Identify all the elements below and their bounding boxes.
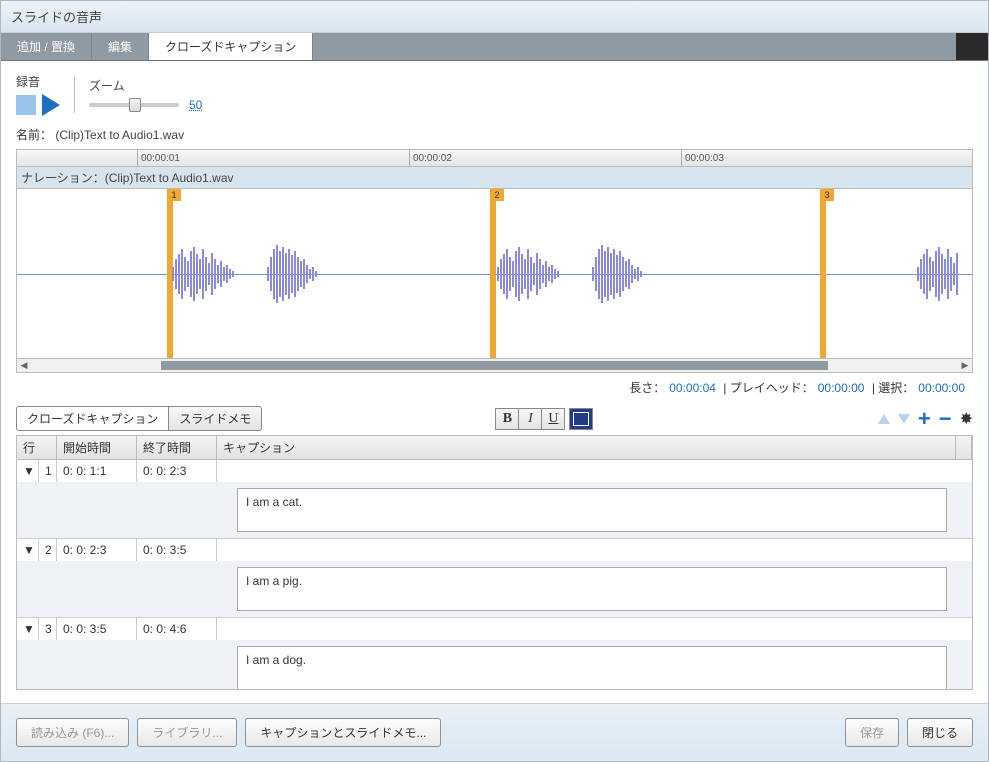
name-label: 名前：: [16, 128, 52, 142]
length-value: 00:00:04: [669, 381, 716, 395]
header-scroll-spacer: [956, 436, 972, 459]
ruler-tick-2: 00:00:02: [409, 150, 452, 166]
main-tabs: 追加 / 置換 編集 クローズドキャプション: [1, 33, 988, 61]
marker-flag-2: 2: [490, 189, 504, 201]
caption-marker-3[interactable]: 3: [820, 189, 826, 358]
bold-button[interactable]: B: [495, 408, 519, 430]
table-row: ▼ 1 0: 0: 1:1 0: 0: 2:3 I am a cat.: [17, 460, 972, 539]
tab-add-replace[interactable]: 追加 / 置換: [1, 33, 92, 60]
move-up-icon[interactable]: [878, 414, 890, 424]
play-button[interactable]: [42, 94, 60, 116]
waveform-segment-2: [497, 239, 667, 309]
scroll-left-icon[interactable]: ◀: [17, 360, 31, 372]
controls-row: 録音 ズーム 50: [16, 73, 973, 116]
timeline-status: 長さ：00:00:04 | プレイヘッド：00:00:00 | 選択：00:00…: [16, 373, 973, 406]
start-time-cell[interactable]: 0: 0: 1:1: [57, 460, 137, 482]
header-caption[interactable]: キャプション: [217, 436, 956, 459]
marker-flag-3: 3: [820, 189, 834, 201]
recording-label: 録音: [16, 73, 60, 90]
recording-group: 録音: [16, 73, 60, 116]
subtab-slide-memo[interactable]: スライドメモ: [169, 406, 262, 431]
save-button[interactable]: 保存: [845, 718, 899, 747]
import-button[interactable]: 読み込み (F6)...: [16, 718, 129, 747]
scroll-right-icon[interactable]: ▶: [958, 360, 972, 372]
zoom-value[interactable]: 50: [189, 98, 202, 112]
end-time-cell[interactable]: 0: 0: 3:5: [137, 539, 217, 561]
expand-toggle[interactable]: ▼: [17, 618, 39, 640]
selection-label: 選択：: [878, 381, 914, 395]
zoom-slider[interactable]: [89, 103, 179, 107]
ruler-tick-3: 00:00:03: [681, 150, 724, 166]
caption-toolbar: クローズドキャプション スライドメモ B I U + − ✸: [16, 406, 973, 431]
scroll-thumb[interactable]: [161, 361, 828, 370]
start-time-cell[interactable]: 0: 0: 3:5: [57, 618, 137, 640]
italic-button[interactable]: I: [518, 408, 542, 430]
add-caption-button[interactable]: +: [918, 412, 931, 426]
format-group: B I U: [496, 408, 593, 430]
row-number: 3: [39, 618, 57, 640]
row-number: 1: [39, 460, 57, 482]
header-end[interactable]: 終了時間: [137, 436, 217, 459]
underline-button[interactable]: U: [541, 408, 565, 430]
tab-closed-caption[interactable]: クローズドキャプション: [149, 33, 313, 60]
window-title: スライドの音声: [1, 1, 988, 33]
waveform-segment-1: [172, 239, 342, 309]
table-row: ▼ 2 0: 0: 2:3 0: 0: 3:5 I am a pig.: [17, 539, 972, 618]
tab-edit[interactable]: 編集: [92, 33, 149, 60]
separator: [74, 77, 75, 113]
waveform-area[interactable]: 1 2 3: [16, 189, 973, 359]
expand-toggle[interactable]: ▼: [17, 539, 39, 561]
content-area: 録音 ズーム 50 名前： (Clip)Text to Audio1.wav: [1, 61, 988, 703]
name-value: (Clip)Text to Audio1.wav: [55, 128, 184, 142]
row-number: 2: [39, 539, 57, 561]
subtabs: クローズドキャプション スライドメモ: [16, 406, 262, 431]
playhead-value: 00:00:00: [818, 381, 865, 395]
zoom-label: ズーム: [89, 77, 202, 94]
caption-text-input[interactable]: I am a cat.: [237, 488, 947, 532]
name-row: 名前： (Clip)Text to Audio1.wav: [16, 126, 973, 143]
scroll-track[interactable]: [31, 359, 958, 372]
slide-audio-window: スライドの音声 追加 / 置換 編集 クローズドキャプション 録音 ズーム: [0, 0, 989, 762]
settings-icon[interactable]: ✸: [960, 409, 973, 429]
selection-value: 00:00:00: [918, 381, 965, 395]
narration-value: (Clip)Text to Audio1.wav: [105, 171, 234, 185]
caption-text-input[interactable]: I am a dog.: [237, 646, 947, 690]
length-label: 長さ：: [629, 381, 665, 395]
caption-memo-button[interactable]: キャプションとスライドメモ...: [245, 718, 441, 747]
zoom-slider-thumb[interactable]: [129, 98, 141, 112]
tab-overflow[interactable]: [956, 33, 988, 60]
footer: 読み込み (F6)... ライブラリ... キャプションとスライドメモ... 保…: [1, 703, 988, 761]
end-time-cell[interactable]: 0: 0: 4:6: [137, 618, 217, 640]
color-button[interactable]: [569, 408, 593, 430]
grid-body: ▼ 1 0: 0: 1:1 0: 0: 2:3 I am a cat. ▼ 2 …: [16, 460, 973, 690]
caption-marker-2[interactable]: 2: [490, 189, 496, 358]
ruler-tick-1: 00:00:01: [137, 150, 180, 166]
end-time-cell[interactable]: 0: 0: 2:3: [137, 460, 217, 482]
header-start[interactable]: 開始時間: [57, 436, 137, 459]
caption-actions: + − ✸: [878, 409, 973, 429]
start-time-cell[interactable]: 0: 0: 2:3: [57, 539, 137, 561]
table-row: ▼ 3 0: 0: 3:5 0: 0: 4:6 I am a dog.: [17, 618, 972, 690]
marker-flag-1: 1: [167, 189, 181, 201]
record-button[interactable]: [16, 95, 36, 115]
timeline-ruler[interactable]: 00:00:01 00:00:02 00:00:03: [16, 149, 973, 167]
remove-caption-button[interactable]: −: [939, 412, 952, 426]
horizontal-scrollbar[interactable]: ◀ ▶: [16, 359, 973, 373]
narration-bar: ナレーション：(Clip)Text to Audio1.wav: [16, 167, 973, 189]
close-button[interactable]: 閉じる: [907, 718, 973, 747]
library-button[interactable]: ライブラリ...: [137, 718, 237, 747]
caption-text-input[interactable]: I am a pig.: [237, 567, 947, 611]
narration-label: ナレーション：: [21, 171, 105, 185]
move-down-icon[interactable]: [898, 414, 910, 424]
zoom-group: ズーム 50: [89, 77, 202, 112]
grid-header: 行 開始時間 終了時間 キャプション: [16, 435, 973, 460]
playhead-label: プレイヘッド：: [730, 381, 814, 395]
subtab-closed-caption[interactable]: クローズドキャプション: [16, 406, 169, 431]
expand-toggle[interactable]: ▼: [17, 460, 39, 482]
waveform-segment-3: [917, 239, 973, 309]
header-row[interactable]: 行: [17, 436, 57, 459]
